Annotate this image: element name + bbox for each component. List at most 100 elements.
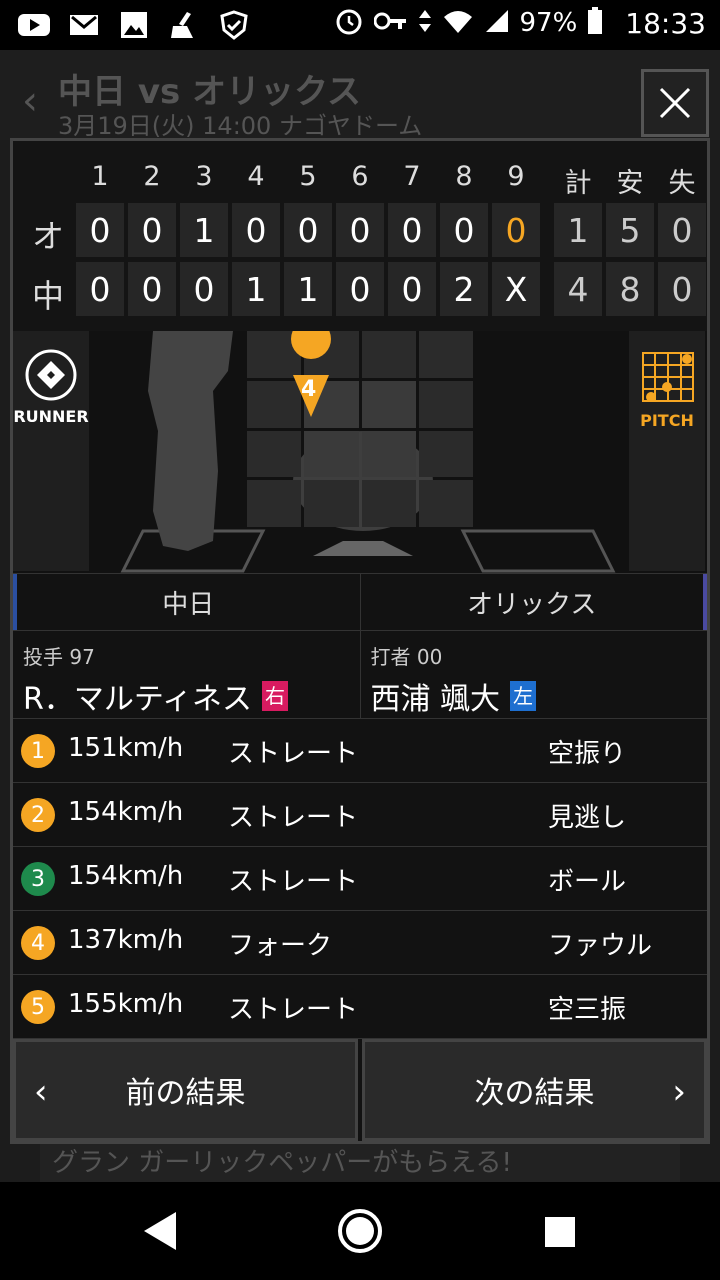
pitch-button[interactable]: PITCH — [629, 331, 705, 571]
at-bat-detail-panel: 1 2 3 4 5 6 7 8 9 計 安 失 オ 0 0 1 0 0 0 0 … — [10, 138, 710, 1144]
previous-result-button[interactable]: ‹ 前の結果 — [13, 1039, 358, 1141]
home-team-name: 中日 — [13, 574, 361, 630]
away-team-name: オリックス — [361, 574, 707, 630]
pitch-row: 4 137km/h フォーク ファウル — [13, 911, 707, 975]
pitcher-info: 投手 97 R．マルティネス 右 — [13, 631, 361, 718]
total-errors: 0 — [658, 262, 706, 316]
scoreboard: 1 2 3 4 5 6 7 8 9 計 安 失 オ 0 0 1 0 0 0 0 … — [13, 141, 707, 331]
pitch-label: PITCH — [640, 411, 694, 430]
pitch-type: フォーク — [228, 931, 333, 961]
inning-header: 7 — [403, 161, 421, 192]
home-nav-icon[interactable] — [338, 1209, 382, 1253]
pitch-list: 1 151km/h ストレート 空振り 2 154km/h ストレート 見逃し … — [13, 719, 707, 1039]
ad-banner: グラン ガーリックペッパーがもらえる! — [40, 1144, 680, 1182]
pitch-result: 空三振 — [548, 995, 627, 1025]
previous-result-label: 前の結果 — [125, 1076, 246, 1111]
signal-icon — [484, 8, 510, 38]
pitch-marker-label: 4 — [301, 377, 317, 402]
inning-score: 0 — [232, 203, 280, 257]
pitch-field-view: RUNNER 4 PITCH — [13, 331, 707, 573]
runner-button[interactable]: RUNNER — [13, 331, 89, 571]
team-header-row: 中日 オリックス — [13, 573, 707, 631]
pitch-type: ストレート — [228, 803, 359, 833]
pitch-row: 2 154km/h ストレート 見逃し — [13, 783, 707, 847]
pitch-type: ストレート — [228, 739, 359, 769]
total-header: 計 — [564, 168, 592, 199]
next-result-label: 次の結果 — [474, 1076, 595, 1111]
game-subtitle: 3月19日(火) 14:00 ナゴヤドーム — [58, 112, 423, 140]
back-chevron-icon: ‹ — [22, 78, 38, 124]
inning-header: 9 — [507, 161, 525, 192]
pitch-number-badge: 4 — [21, 926, 55, 960]
data-arrows-icon — [418, 8, 432, 38]
pitch-row: 3 154km/h ストレート ボール — [13, 847, 707, 911]
pitch-type: ストレート — [228, 995, 359, 1025]
inning-score: 1 — [232, 262, 280, 316]
inning-score: 0 — [128, 203, 176, 257]
pitch-type: ストレート — [228, 867, 359, 897]
inning-score: 0 — [440, 203, 488, 257]
batter-info: 打者 00 西浦 颯大 左 — [361, 631, 708, 718]
result-navigation: ‹ 前の結果 次の結果 › — [13, 1039, 707, 1141]
total-hits: 5 — [606, 203, 654, 257]
inning-header: 6 — [351, 161, 369, 192]
mail-icon — [68, 9, 100, 41]
wifi-icon — [442, 8, 474, 38]
clock: 18:33 — [625, 6, 706, 40]
shield-check-icon — [218, 9, 250, 41]
batter-hand-badge: 左 — [510, 681, 537, 711]
system-nav-bar — [0, 1182, 720, 1280]
next-result-button[interactable]: 次の結果 › — [362, 1039, 707, 1141]
pitch-number-badge: 1 — [21, 734, 55, 768]
total-header: 失 — [668, 168, 696, 199]
pitch-speed: 155km/h — [68, 989, 184, 1019]
battery-icon — [587, 7, 603, 39]
chevron-right-icon: › — [672, 1072, 686, 1112]
battery-percent: 97% — [519, 8, 578, 38]
pitcher-hand-badge: 右 — [262, 681, 289, 711]
inning-header: 2 — [143, 161, 161, 192]
key-icon — [373, 11, 408, 35]
pitch-number-badge: 3 — [21, 862, 55, 896]
total-runs: 4 — [554, 262, 602, 316]
inning-score: 1 — [180, 203, 228, 257]
inning-score: 0 — [336, 262, 384, 316]
status-bar: 97% 18:33 — [0, 0, 720, 50]
pitch-speed: 154km/h — [68, 861, 184, 891]
recents-nav-icon[interactable] — [545, 1217, 575, 1247]
batter-role: 打者 00 — [370, 645, 443, 669]
inning-header: 1 — [91, 161, 109, 192]
pitch-result: 見逃し — [548, 803, 627, 833]
inning-score: 0 — [76, 262, 124, 316]
inning-header: 3 — [195, 161, 213, 192]
batter-name-row: 西浦 颯大 左 — [371, 674, 708, 718]
pitch-grid-icon — [642, 352, 694, 402]
pitch-speed: 151km/h — [68, 733, 184, 763]
pitch-speed: 154km/h — [68, 797, 184, 827]
inning-score: 0 — [180, 262, 228, 316]
pitch-number-badge: 5 — [21, 990, 55, 1024]
batter-name: 西浦 颯大 — [370, 682, 501, 717]
pitch-number-badge: 2 — [21, 798, 55, 832]
alarm-icon — [334, 6, 364, 40]
pitch-speed: 137km/h — [68, 925, 184, 955]
pitcher-name-row: R．マルティネス 右 — [23, 674, 360, 718]
close-button[interactable] — [641, 69, 709, 137]
inning-score: 0 — [388, 262, 436, 316]
inning-score: 0 — [76, 203, 124, 257]
total-errors: 0 — [658, 203, 706, 257]
cleaner-icon — [168, 9, 200, 41]
runner-label: RUNNER — [13, 407, 89, 426]
inning-header: 8 — [455, 161, 473, 192]
team-abbr: オ — [31, 217, 64, 255]
gallery-icon — [118, 9, 150, 41]
inning-score: 1 — [284, 262, 332, 316]
inning-header: 5 — [299, 161, 317, 192]
inning-score-current: 0 — [492, 203, 540, 257]
app-header: ‹ 中日 vs オリックス 3月19日(火) 14:00 ナゴヤドーム — [0, 50, 720, 140]
inning-score: 2 — [440, 262, 488, 316]
team-abbr: 中 — [31, 277, 64, 315]
total-header: 安 — [616, 168, 644, 199]
pitcher-role: 投手 97 — [23, 645, 95, 669]
back-nav-icon[interactable] — [144, 1212, 176, 1250]
